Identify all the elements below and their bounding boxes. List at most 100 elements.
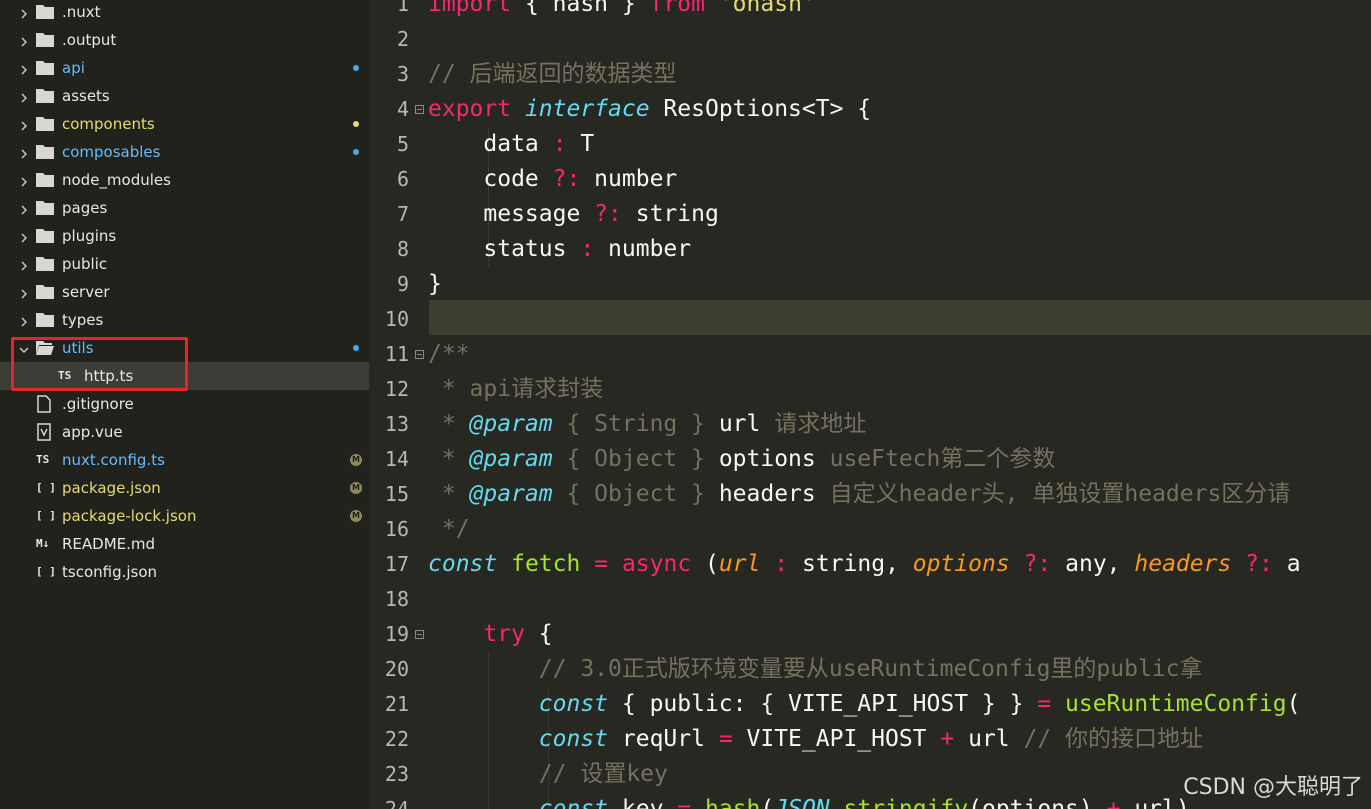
file-icon: [36, 395, 56, 413]
code-token: @param: [469, 446, 553, 472]
code-token: JSON: [774, 796, 830, 809]
folder-plugins[interactable]: plugins: [0, 222, 369, 250]
code-token: +: [940, 726, 955, 752]
chevron-right-icon[interactable]: [18, 62, 30, 75]
line-number: 5: [396, 132, 409, 156]
code-token: string,: [788, 551, 913, 577]
code-token: :: [774, 551, 789, 577]
file-name: .gitignore: [62, 395, 134, 413]
file-readme-md[interactable]: M↓ README.md: [0, 530, 369, 558]
code-line: try {: [428, 617, 553, 652]
file-package-json[interactable]: [ ] package.json M: [0, 474, 369, 502]
code-token: =: [677, 796, 692, 809]
code-line: */: [428, 512, 470, 547]
code-token: number: [580, 166, 678, 192]
line-number: 11: [384, 342, 409, 366]
line-number: 10: [384, 307, 409, 331]
line-number: 17: [384, 552, 409, 576]
code-line: export interface ResOptions<T> {: [428, 92, 871, 127]
code-token: 请求地址: [760, 411, 867, 437]
file-name: plugins: [62, 227, 117, 245]
fold-toggle-icon[interactable]: [415, 105, 424, 114]
red-highlight-box: [11, 337, 188, 391]
code-token: from: [649, 0, 705, 17]
folder-pages[interactable]: pages: [0, 194, 369, 222]
line-number: 23: [384, 762, 409, 786]
folder-icon: [36, 200, 54, 215]
chevron-right-icon[interactable]: [18, 258, 30, 271]
markdown-file-icon: M↓: [36, 535, 56, 553]
code-token: url): [1120, 796, 1190, 809]
code-token: ?:: [1023, 551, 1052, 577]
code-token: // 设置key: [538, 761, 668, 787]
typescript-file-icon: TS: [36, 451, 56, 469]
file-gitignore[interactable]: .gitignore: [0, 390, 369, 418]
code-token: stringify: [843, 796, 969, 809]
line-number: 4: [396, 97, 409, 121]
folder-assets[interactable]: assets: [0, 82, 369, 110]
code-token: *: [428, 446, 470, 472]
file-name: api: [62, 59, 85, 77]
line-number: 15: [384, 482, 409, 506]
change-dot: [353, 121, 359, 127]
chevron-right-icon[interactable]: [18, 174, 30, 187]
folder-composables[interactable]: composables: [0, 138, 369, 166]
code-token: try: [483, 621, 525, 647]
folder-icon: [36, 284, 54, 299]
folder-api[interactable]: api: [0, 54, 369, 82]
code-token: const: [538, 796, 609, 809]
chevron-right-icon[interactable]: [18, 146, 30, 159]
code-token: status: [428, 236, 581, 262]
chevron-right-icon[interactable]: [18, 90, 30, 103]
file-app-vue[interactable]: app.vue: [0, 418, 369, 446]
code-editor[interactable]: 1 2 3 4 5 6 7 8 9 10 11 12 13 14 15 16 17 18 19 20 21 22 23 24 i…: [369, 0, 1371, 809]
folder-icon: [36, 228, 54, 243]
code-line: * api请求封装: [428, 372, 603, 407]
fold-toggle-icon[interactable]: [415, 630, 424, 639]
chevron-right-icon[interactable]: [18, 34, 30, 47]
code-token: url: [718, 551, 761, 577]
folder-node-modules[interactable]: node_modules: [0, 166, 369, 194]
folder-public[interactable]: public: [0, 250, 369, 278]
file-package-lock-json[interactable]: [ ] package-lock.json M: [0, 502, 369, 530]
code-token: */: [428, 516, 470, 542]
folder-icon: [36, 4, 54, 19]
folder-icon: [36, 172, 54, 187]
code-token: const: [538, 691, 609, 717]
modified-badge: M: [350, 454, 362, 466]
chevron-right-icon[interactable]: [18, 118, 30, 131]
code-token: { Object }: [552, 481, 719, 507]
folder-output[interactable]: .output: [0, 26, 369, 54]
icon-glyph: [ ]: [36, 509, 56, 522]
code-token: headers: [718, 481, 816, 507]
folder-server[interactable]: server: [0, 278, 369, 306]
folder-components[interactable]: components: [0, 110, 369, 138]
chevron-right-icon[interactable]: [18, 202, 30, 215]
line-number: 6: [396, 167, 409, 191]
chevron-right-icon[interactable]: [18, 314, 30, 327]
chevron-right-icon[interactable]: [18, 6, 30, 19]
code-token: ResOptions<T> {: [649, 96, 872, 122]
file-tsconfig-json[interactable]: [ ] tsconfig.json: [0, 558, 369, 586]
chevron-right-icon[interactable]: [18, 286, 30, 299]
file-name: package-lock.json: [62, 507, 197, 525]
code-token: {: [524, 621, 553, 647]
code-token: .: [829, 796, 844, 809]
file-nuxt-config-ts[interactable]: TS nuxt.config.ts M: [0, 446, 369, 474]
folder-icon: [36, 116, 54, 131]
chevron-right-icon[interactable]: [18, 230, 30, 243]
folder-nuxt[interactable]: .nuxt: [0, 0, 369, 26]
file-name: package.json: [62, 479, 161, 497]
code-line: data : T: [428, 127, 594, 162]
code-token: a: [1272, 551, 1301, 577]
folder-types[interactable]: types: [0, 306, 369, 334]
fold-toggle-icon[interactable]: [415, 350, 424, 359]
file-name: assets: [62, 87, 110, 105]
file-name: composables: [62, 143, 161, 161]
